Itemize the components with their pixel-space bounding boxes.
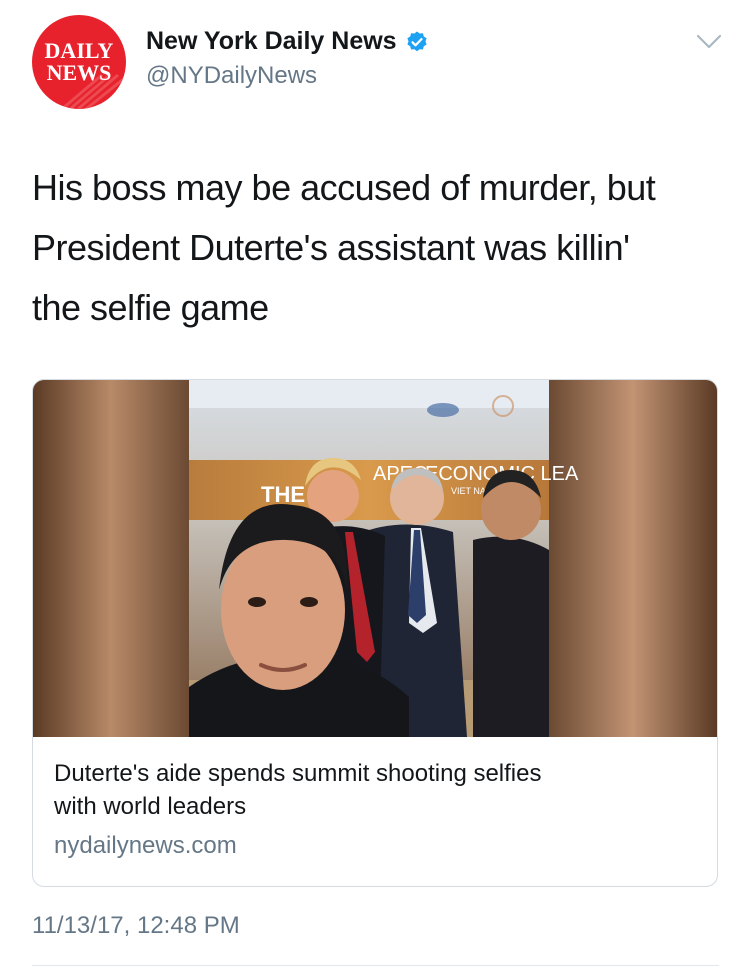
logo-text-daily: DAILY	[44, 38, 114, 63]
blurred-side-left	[33, 380, 189, 737]
banner-text-left: THE	[261, 482, 305, 507]
tweet-text-line: His boss may be accused of murder, but	[32, 167, 656, 208]
card-domain[interactable]: nydailynews.com	[54, 832, 237, 860]
tweet-timestamp[interactable]: 11/13/17, 12:48 PM	[32, 912, 240, 940]
card-title-line[interactable]: Duterte's aide spends summit shooting se…	[54, 757, 694, 790]
verified-badge-icon	[406, 31, 427, 51]
chevron-down-icon[interactable]	[696, 33, 722, 51]
divider	[32, 965, 719, 966]
card-title-line[interactable]: with world leaders	[54, 790, 694, 823]
blurred-side-right	[549, 380, 717, 737]
account-avatar[interactable]: DAILY NEWS	[32, 15, 126, 109]
card-image[interactable]: THE APEC ECONOMIC LEA VIET NAM	[33, 380, 717, 737]
logo-text-news: NEWS	[46, 60, 112, 85]
card-title[interactable]: Duterte's aide spends summit shooting se…	[54, 757, 694, 823]
tweet-text-line: President Duterte's assistant was killin…	[32, 227, 630, 268]
link-card[interactable]: THE APEC ECONOMIC LEA VIET NAM Duterte's…	[32, 379, 718, 887]
tweet-text: His boss may be accused of murder, but P…	[32, 158, 732, 338]
tweet-text-line: the selfie game	[32, 287, 269, 328]
account-name-row[interactable]: New York Daily News	[146, 27, 429, 56]
account-name[interactable]: New York Daily News	[146, 27, 397, 56]
account-handle[interactable]: @NYDailyNews	[146, 62, 317, 90]
